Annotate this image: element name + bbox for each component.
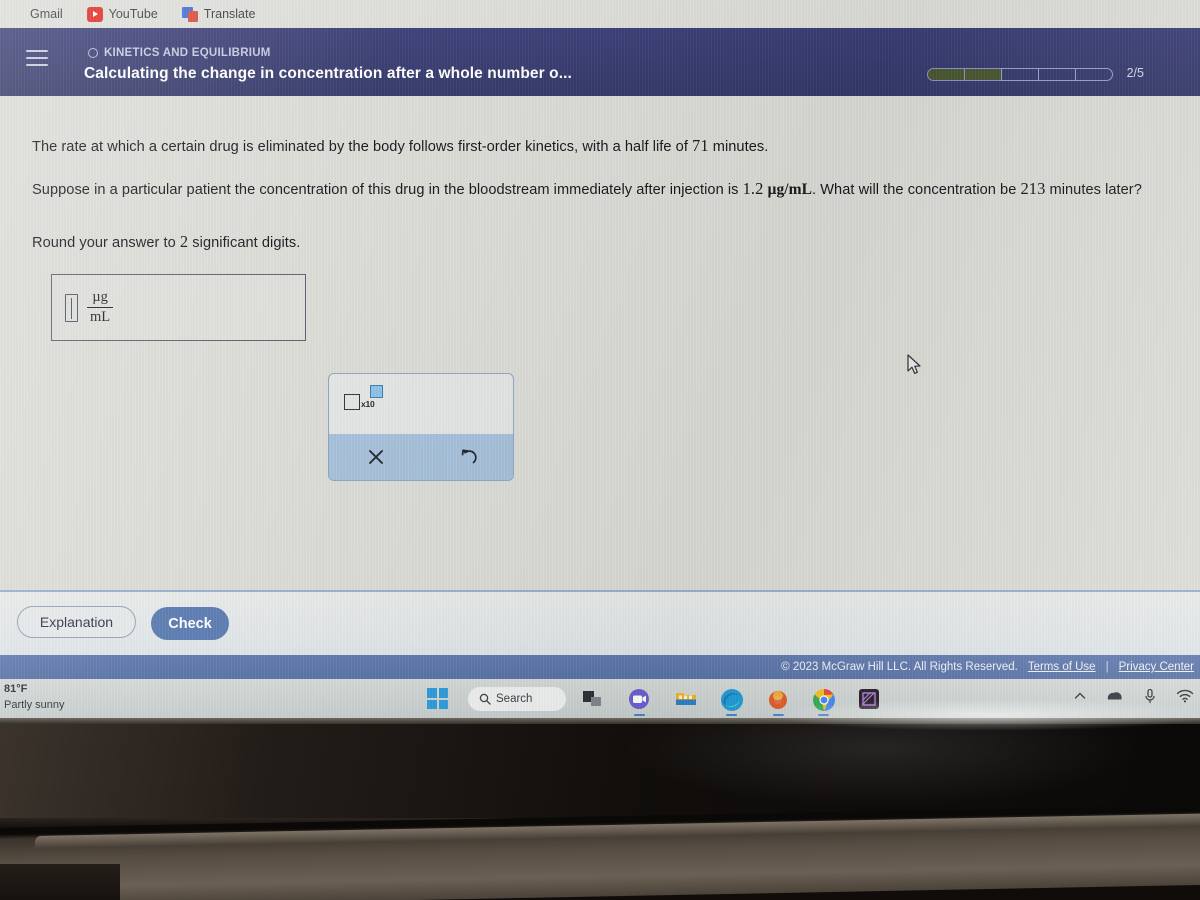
firefox-icon[interactable] — [766, 687, 790, 716]
copyright-footer: © 2023 McGraw Hill LLC. All Rights Reser… — [0, 655, 1200, 679]
privacy-center-link[interactable]: Privacy Center — [1119, 661, 1194, 673]
bookmark-label: Gmail — [30, 7, 63, 21]
unit-denominator: mL — [90, 309, 111, 326]
q2-text-before: Suppose in a particular patient the conc… — [32, 182, 743, 198]
concentration-answer-field[interactable] — [65, 293, 78, 322]
q3-text-after: significant digits. — [188, 235, 301, 251]
time-value: 213 — [1020, 179, 1046, 198]
bookmark-label: Translate — [203, 7, 256, 21]
unit-numerator: µg — [92, 289, 108, 306]
progress-segment — [1075, 68, 1113, 81]
answer-tool-palette: x10 — [328, 373, 514, 481]
hamburger-menu-icon[interactable] — [26, 50, 48, 68]
exponent-placeholder-box — [370, 385, 383, 398]
microphone-icon[interactable] — [1143, 688, 1157, 704]
microsoft-edge-icon[interactable] — [719, 687, 743, 716]
topic-label: KINETICS AND EQUILIBRIUM — [104, 47, 271, 59]
youtube-icon — [86, 6, 103, 22]
scientific-notation-tool[interactable]: x10 — [344, 385, 386, 413]
progress-segment — [1038, 68, 1076, 81]
translate-icon — [181, 6, 198, 22]
close-x-icon — [368, 450, 383, 464]
concentration-value: 1.2 — [742, 179, 764, 198]
mantissa-placeholder-box — [344, 394, 360, 410]
concentration-unit: µg/mL — [767, 181, 812, 198]
taskbar-search-box[interactable]: Search — [468, 687, 566, 711]
half-life-value: 71 — [692, 136, 709, 155]
action-bar: Explanation Check — [0, 590, 1200, 655]
sci-notation-label: x10 — [361, 399, 375, 409]
q1-text-after: minutes. — [708, 139, 769, 155]
sig-digits-value: 2 — [179, 232, 189, 251]
cloud-icon[interactable] — [1106, 689, 1124, 703]
windows-taskbar: 81°F Partly sunny Search — [0, 679, 1200, 718]
fraction-bar — [87, 306, 114, 309]
progress-segment — [1001, 68, 1039, 81]
page-title: Calculating the change in concentration … — [84, 65, 572, 82]
tool-actions-row — [329, 434, 513, 480]
q3-text-before: Round your answer to — [32, 235, 180, 251]
chevron-up-icon[interactable] — [1073, 689, 1087, 703]
weather-temperature: 81°F — [4, 683, 28, 695]
notes-app-icon[interactable] — [857, 687, 881, 711]
wifi-icon[interactable] — [1176, 689, 1194, 703]
laptop-screen: Gmail YouTube Translate KINETICS AND EQU… — [0, 0, 1200, 718]
laptop-bezel — [0, 718, 1200, 900]
system-tray — [1073, 688, 1194, 704]
bookmark-label: YouTube — [108, 7, 158, 21]
question-paragraph-3: Round your answer to 2 significant digit… — [32, 230, 932, 254]
q2-text-mid: . What will the concentration be — [812, 182, 1021, 198]
q2-text-after: minutes later? — [1045, 182, 1142, 198]
copyright-text: © 2023 McGraw Hill LLC. All Rights Reser… — [781, 661, 1018, 673]
progress-segment — [964, 68, 1002, 81]
bookmark-translate[interactable]: Translate — [178, 5, 260, 24]
weather-description: Partly sunny — [4, 698, 65, 711]
undo-arrow-icon — [461, 449, 477, 464]
circle-outline-icon — [88, 48, 98, 58]
bookmark-gmail[interactable]: Gmail — [4, 5, 67, 24]
explanation-button[interactable]: Explanation — [17, 606, 136, 638]
question-paragraph-1: The rate at which a certain drug is elim… — [32, 134, 1162, 158]
bookmark-youtube[interactable]: YouTube — [83, 5, 162, 24]
answer-input-box[interactable]: µg mL — [51, 274, 306, 341]
weather-widget[interactable]: 81°F Partly sunny — [4, 682, 65, 714]
terms-of-use-link[interactable]: Terms of Use — [1028, 661, 1096, 673]
progress-indicator — [927, 68, 1113, 81]
topic-row: KINETICS AND EQUILIBRIUM — [88, 47, 271, 59]
question-body: The rate at which a certain drug is elim… — [0, 96, 1200, 590]
clear-button[interactable] — [329, 434, 422, 480]
chrome-icon[interactable] — [811, 687, 835, 716]
laptop-photo: Gmail YouTube Translate KINETICS AND EQU… — [0, 0, 1200, 900]
search-icon — [479, 693, 491, 705]
bezel-body — [0, 724, 1200, 822]
task-view-icon[interactable] — [580, 687, 604, 711]
progress-segment — [927, 68, 965, 81]
question-paragraph-2: Suppose in a particular patient the conc… — [32, 177, 1192, 201]
footer-separator: | — [1105, 661, 1109, 673]
undo-button[interactable] — [422, 434, 513, 480]
browser-bookmarks-bar: Gmail YouTube Translate — [0, 0, 1200, 28]
desk-shadow-left — [0, 864, 120, 900]
search-label: Search — [496, 693, 533, 705]
q1-text-before: The rate at which a certain drug is elim… — [32, 139, 693, 155]
gmail-icon — [8, 7, 24, 22]
answer-unit-fraction: µg mL — [87, 289, 114, 326]
progress-count: 2/5 — [1126, 66, 1144, 80]
teams-icon[interactable] — [627, 687, 651, 716]
aleks-header: KINETICS AND EQUILIBRIUM Calculating the… — [0, 28, 1200, 96]
check-button[interactable]: Check — [151, 607, 229, 640]
file-explorer-icon[interactable] — [674, 687, 698, 711]
windows-start-icon[interactable] — [427, 688, 449, 710]
